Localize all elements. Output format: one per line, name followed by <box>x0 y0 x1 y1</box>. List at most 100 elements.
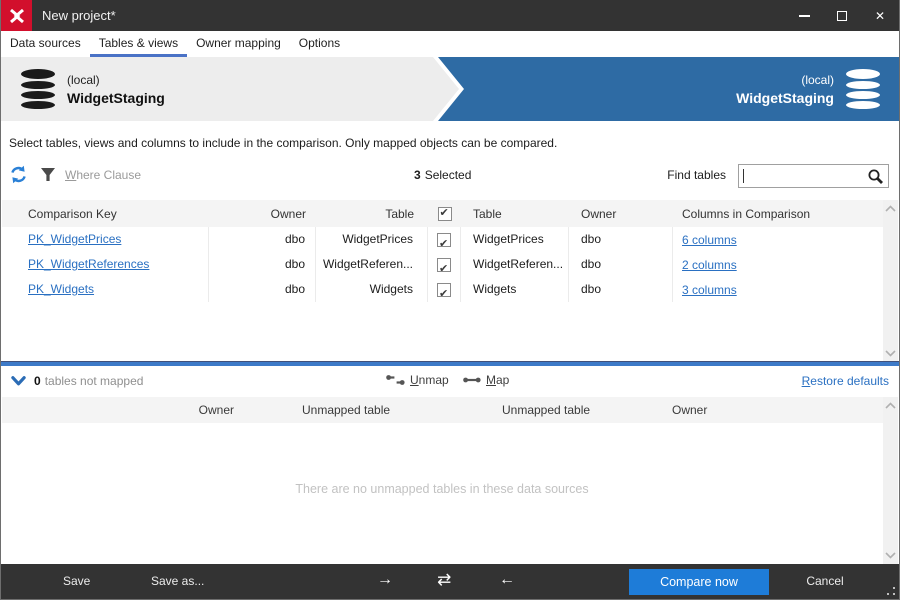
toolbar: Where Clause 3Selected Find tables <box>1 158 899 192</box>
datasource-banner: (local) WidgetStaging (local) WidgetStag… <box>1 57 899 121</box>
source-server: (local) <box>67 71 165 89</box>
columns-link[interactable]: 3 columns <box>682 283 737 297</box>
columns-link[interactable]: 6 columns <box>682 233 737 247</box>
unmapped-grid-header: Owner Unmapped table Unmapped table Owne… <box>2 397 883 423</box>
table-row[interactable]: PK_WidgetReferences dbo WidgetReferen...… <box>2 252 883 277</box>
scrollbar[interactable] <box>883 397 898 564</box>
owner-cell: dbo <box>209 227 316 252</box>
unmap-button[interactable]: Unmap <box>386 373 449 387</box>
window-controls: ✕ <box>785 0 899 31</box>
table-cell: Widgets <box>316 277 428 302</box>
not-mapped-count: 0 tables not mapped <box>34 374 143 388</box>
select-all-checkbox[interactable] <box>438 207 452 221</box>
chevron-up-icon[interactable] <box>885 402 896 410</box>
broken-link-icon <box>386 373 405 387</box>
columns-link[interactable]: 2 columns <box>682 258 737 272</box>
compare-glyph-icon <box>7 6 27 26</box>
app-window: New project* ✕ Data sources Tables & vie… <box>0 0 900 600</box>
sync-right-arrow-icon[interactable]: → <box>377 571 393 589</box>
swap-direction-icon[interactable]: ⇄ <box>437 570 451 590</box>
sync-left-arrow-icon[interactable]: ← <box>499 571 515 589</box>
find-tables-label: Find tables <box>601 168 726 182</box>
tab-owner-mapping[interactable]: Owner mapping <box>187 31 290 57</box>
link-icon <box>463 373 481 387</box>
title-bar: New project* ✕ <box>1 0 899 31</box>
compare-now-button[interactable]: Compare now <box>629 569 769 595</box>
mapping-bar: 0 tables not mapped Unmap Map Restore def… <box>1 366 899 396</box>
chevron-down-icon[interactable] <box>885 349 896 357</box>
find-tables-box <box>738 164 889 188</box>
save-as-button[interactable]: Save as... <box>151 574 204 588</box>
table-cell: WidgetReferen... <box>316 252 428 277</box>
owner-cell: dbo <box>569 277 673 302</box>
target-server: (local) <box>736 71 834 89</box>
map-label: Map <box>486 373 509 387</box>
header-table-left[interactable]: Table <box>316 207 428 221</box>
instruction-text: Select tables, views and columns to incl… <box>9 136 557 150</box>
owner-cell: dbo <box>569 252 673 277</box>
header-unmapped-table-right[interactable]: Unmapped table <box>502 403 590 417</box>
maximize-icon <box>837 11 847 21</box>
table-cell: WidgetPrices <box>461 227 569 252</box>
save-button[interactable]: Save <box>63 574 90 588</box>
not-mapped-label: tables not mapped <box>45 374 144 388</box>
filter-icon[interactable] <box>40 167 56 182</box>
footer-bar: Save Save as... → ⇄ ← Compare now Cancel <box>1 564 899 599</box>
chevron-down-icon[interactable] <box>885 551 896 559</box>
scrollbar[interactable] <box>883 200 898 362</box>
table-cell: Widgets <box>461 277 569 302</box>
table-row[interactable]: PK_Widgets dbo Widgets Widgets dbo 3 col… <box>2 277 883 302</box>
restore-defaults-link[interactable]: Restore defaults <box>802 374 889 388</box>
map-button[interactable]: Map <box>463 373 509 387</box>
header-unmapped-table-left[interactable]: Unmapped table <box>302 403 390 417</box>
header-table-right[interactable]: Table <box>461 207 569 221</box>
table-cell: WidgetReferen... <box>461 252 569 277</box>
row-checkbox[interactable] <box>437 283 451 297</box>
comparison-key-link[interactable]: PK_WidgetReferences <box>28 257 149 271</box>
comparison-grid: Comparison Key Owner Table Table Owner C… <box>2 200 883 302</box>
comparison-key-link[interactable]: PK_Widgets <box>28 282 94 296</box>
refresh-icon[interactable] <box>9 165 28 184</box>
not-mapped-number: 0 <box>34 374 41 388</box>
table-cell: WidgetPrices <box>316 227 428 252</box>
minimize-button[interactable] <box>785 0 823 31</box>
empty-unmapped-message: There are no unmapped tables in these da… <box>1 482 883 496</box>
row-checkbox[interactable] <box>437 258 451 272</box>
selected-count: 3Selected <box>414 168 471 182</box>
comparison-grid-header: Comparison Key Owner Table Table Owner C… <box>2 200 883 227</box>
source-database-panel: (local) WidgetStaging <box>1 57 459 121</box>
source-database: WidgetStaging <box>67 89 165 107</box>
tab-options[interactable]: Options <box>290 31 349 57</box>
resize-grip[interactable] <box>886 586 895 595</box>
target-database-panel: (local) WidgetStaging <box>438 57 899 121</box>
tab-data-sources[interactable]: Data sources <box>1 31 90 57</box>
row-checkbox[interactable] <box>437 233 451 247</box>
close-icon: ✕ <box>875 9 885 23</box>
app-logo-icon <box>1 0 32 31</box>
header-owner-left[interactable]: Owner <box>209 207 316 221</box>
database-icon <box>21 69 55 109</box>
owner-cell: dbo <box>209 252 316 277</box>
close-button[interactable]: ✕ <box>861 0 899 31</box>
owner-cell: dbo <box>209 277 316 302</box>
header-comparison-key[interactable]: Comparison Key <box>2 207 209 221</box>
window-title: New project* <box>42 8 785 23</box>
where-clause-link[interactable]: Where Clause <box>65 168 141 182</box>
owner-cell: dbo <box>569 227 673 252</box>
header-unmapped-owner-left[interactable]: Owner <box>10 403 234 417</box>
maximize-button[interactable] <box>823 0 861 31</box>
header-unmapped-owner-right[interactable]: Owner <box>672 403 707 417</box>
minimize-icon <box>799 15 810 17</box>
chevron-up-icon[interactable] <box>885 205 896 213</box>
tab-bar: Data sources Tables & views Owner mappin… <box>1 31 899 57</box>
header-owner-right[interactable]: Owner <box>569 207 673 221</box>
search-icon[interactable] <box>867 168 884 185</box>
expander-chevron-down-icon[interactable] <box>11 375 26 387</box>
table-row[interactable]: PK_WidgetPrices dbo WidgetPrices WidgetP… <box>2 227 883 252</box>
text-caret <box>743 169 744 183</box>
cancel-button[interactable]: Cancel <box>797 574 853 588</box>
header-columns-in-comparison[interactable]: Columns in Comparison <box>673 207 883 221</box>
database-icon <box>846 69 880 109</box>
tab-tables-views[interactable]: Tables & views <box>90 31 187 57</box>
comparison-key-link[interactable]: PK_WidgetPrices <box>28 232 121 246</box>
